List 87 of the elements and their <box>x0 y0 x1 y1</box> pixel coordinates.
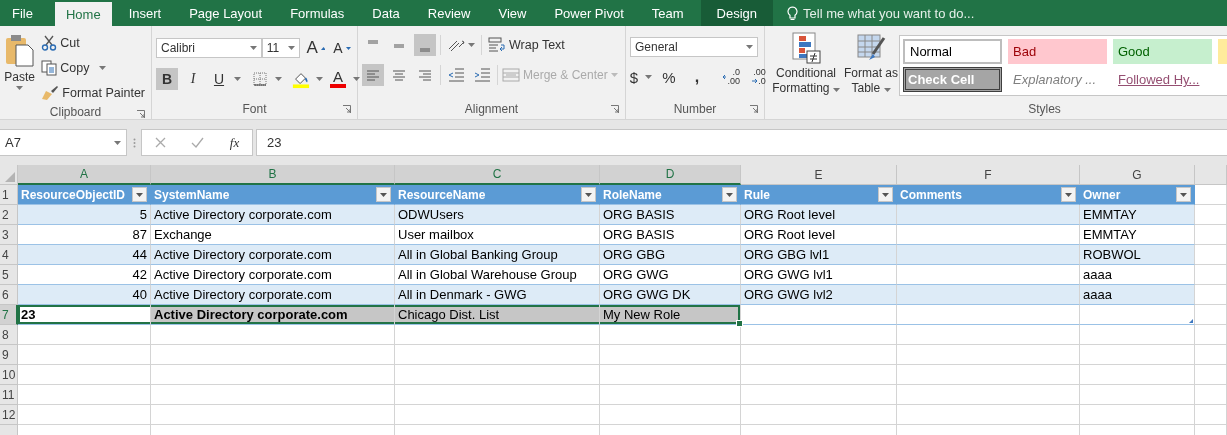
copy-button[interactable]: Copy <box>39 57 147 79</box>
ribbon-tab[interactable]: View <box>487 0 538 26</box>
table-cell: ODWUsers <box>395 205 600 225</box>
table-cell: Chicago Dist. List <box>395 305 600 325</box>
row-header[interactable]: 10 <box>0 365 18 385</box>
bold-button[interactable]: B <box>156 68 178 90</box>
cell-style[interactable]: Good <box>1113 39 1212 64</box>
group-label: Alignment <box>464 102 519 116</box>
group-label: Number <box>673 102 717 116</box>
column-header[interactable]: A <box>18 165 151 185</box>
column-header[interactable]: F <box>897 165 1080 185</box>
table-cell: ORG GWG DK <box>600 285 741 305</box>
font-size-field[interactable]: 11 <box>261 38 301 58</box>
ribbon-tab[interactable]: Design <box>700 0 774 26</box>
table-cell: ORG GBG lvl1 <box>741 245 897 265</box>
column-header[interactable]: B <box>151 165 395 185</box>
row-header[interactable]: 12 <box>0 405 18 425</box>
group-label: Clipboard <box>49 104 102 119</box>
group-label: Styles <box>1028 102 1061 116</box>
ribbon-tab[interactable]: File <box>0 0 45 26</box>
ribbon-tab[interactable]: Insert <box>117 0 173 26</box>
column-header[interactable]: G <box>1080 165 1195 185</box>
underline-button[interactable]: U <box>208 68 230 90</box>
table-cell: ORG GBG <box>600 245 741 265</box>
table-cell: All in Denmark - GWG <box>395 285 600 305</box>
group-label: Font <box>242 102 267 116</box>
cut-button[interactable]: Cut <box>39 32 147 54</box>
table-cell: Active Directory corporate.com <box>151 205 395 225</box>
italic-button[interactable]: I <box>182 68 204 90</box>
cell-style[interactable]: Followed Hy... <box>1113 67 1212 92</box>
comma-button[interactable]: , <box>686 66 708 88</box>
row-header[interactable]: 1 <box>0 185 18 205</box>
ribbon-tab[interactable]: Page Layout <box>178 0 274 26</box>
format-as-table-button[interactable]: Format as Table <box>843 30 899 99</box>
ribbon-tab[interactable]: Data <box>361 0 411 26</box>
wrap-text-button[interactable]: Wrap Text <box>486 34 567 56</box>
font-name-field[interactable]: Calibri <box>156 38 262 58</box>
table-cell: ORG GWG lvl2 <box>741 285 897 305</box>
row-header[interactable]: 5 <box>0 265 18 285</box>
table-cell: My New Role <box>600 305 741 325</box>
ribbon-tab[interactable]: Formulas <box>279 0 356 26</box>
paste-button[interactable]: Paste <box>4 32 36 104</box>
decrease-decimal-button[interactable]: .00 .0 <box>748 66 770 88</box>
table-cell: ORG Root level <box>741 205 897 225</box>
cell-style[interactable]: Explanatory ... <box>1008 67 1107 92</box>
column-header[interactable]: C <box>395 165 600 185</box>
row-header[interactable]: 11 <box>0 385 18 405</box>
table-cell: ROBWOL <box>1080 245 1195 265</box>
table-cell: ORG BASIS <box>600 205 741 225</box>
percent-button[interactable]: % <box>658 66 680 88</box>
table-cell: aaaa <box>1080 285 1195 305</box>
grow-font-button[interactable]: A <box>304 37 327 59</box>
insert-function-button[interactable]: fx <box>229 134 240 151</box>
table-cell: Active Directory corporate.com <box>151 285 395 305</box>
row-header[interactable]: 7 <box>0 305 18 325</box>
cell-style[interactable]: Bad <box>1008 39 1107 64</box>
table-cell: 23 <box>18 305 151 325</box>
name-box[interactable]: A7 <box>0 129 127 156</box>
row-header[interactable]: 9 <box>0 345 18 365</box>
format-painter-button[interactable]: Format Painter <box>39 82 147 104</box>
shrink-font-button[interactable]: A <box>331 37 353 59</box>
row-header[interactable]: 4 <box>0 245 18 265</box>
row-header[interactable]: 8 <box>0 325 18 345</box>
ribbon-tab[interactable]: Power Pivot <box>543 0 635 26</box>
table-cell: Active Directory corporate.com <box>151 305 395 325</box>
cell-style[interactable]: Normal <box>903 39 1002 64</box>
row-header[interactable]: 2 <box>0 205 18 225</box>
table-cell: 40 <box>18 285 151 305</box>
increase-decimal-button[interactable]: .0 .00 <box>720 66 742 88</box>
row-header[interactable]: 3 <box>0 225 18 245</box>
number-format-field[interactable]: General <box>630 37 758 57</box>
ribbon-tab[interactable]: Team <box>640 0 695 26</box>
formula-field[interactable]: 23 <box>256 129 1227 156</box>
column-header[interactable]: E <box>741 165 897 185</box>
ribbon-tab[interactable]: Review <box>416 0 482 26</box>
currency-button[interactable]: $ <box>630 66 652 88</box>
row-header[interactable]: 6 <box>0 285 18 305</box>
ribbon-tab[interactable]: Home <box>54 2 112 26</box>
column-header[interactable]: D <box>600 165 741 185</box>
conditional-formatting-button[interactable]: Conditional Formatting <box>769 30 843 99</box>
table-cell: 44 <box>18 245 151 265</box>
table-cell: EMMTAY <box>1080 205 1195 225</box>
font-color-button[interactable]: A <box>327 68 349 90</box>
table-cell: 5 <box>18 205 151 225</box>
table-cell: Active Directory corporate.com <box>151 245 395 265</box>
table-cell: All in Global Banking Group <box>395 245 600 265</box>
tell-me-box[interactable]: Tell me what you want to do... <box>779 0 975 26</box>
